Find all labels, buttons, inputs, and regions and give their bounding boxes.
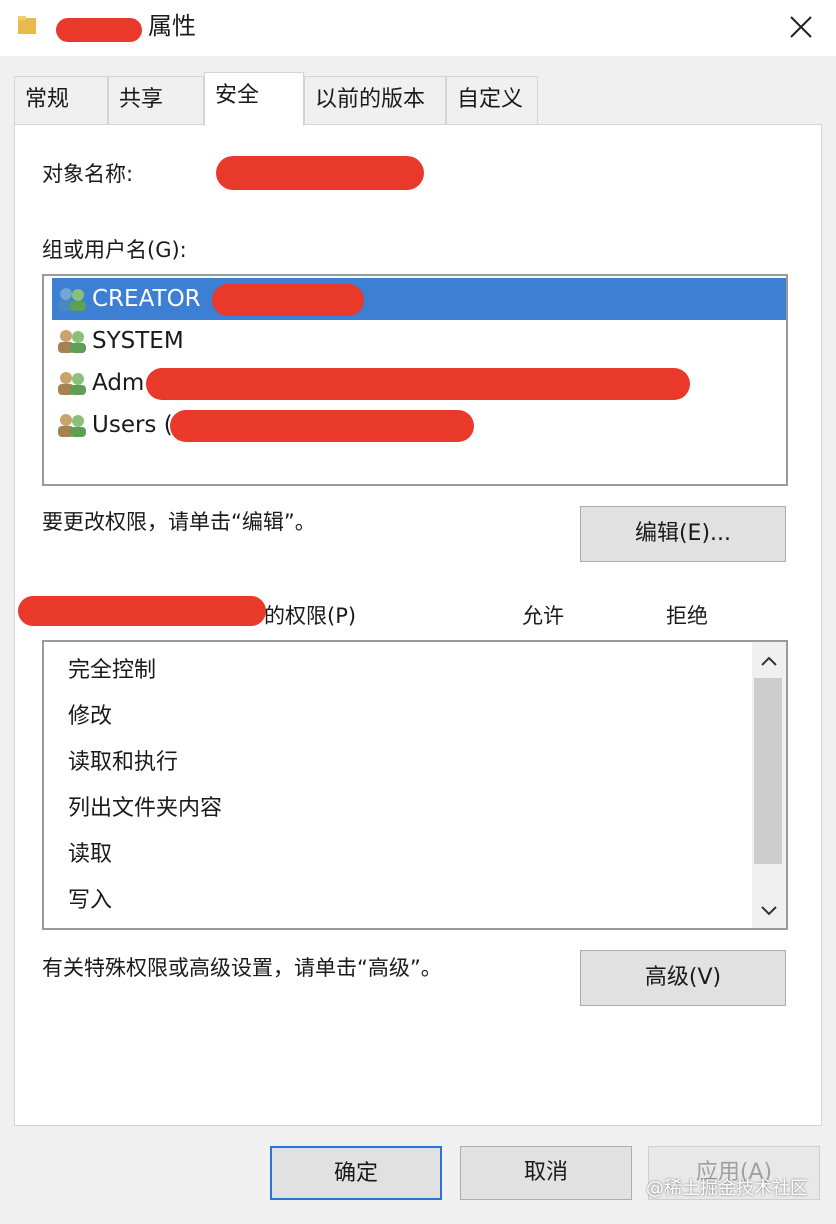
redacted-admin-name: [146, 368, 690, 400]
scroll-down-button[interactable]: [752, 894, 786, 928]
redacted-principal-name: [18, 596, 266, 626]
list-item: 修改: [68, 704, 113, 729]
edit-hint: 要更改权限，请单击“编辑”。: [42, 510, 316, 534]
tab-general[interactable]: 常规: [14, 76, 108, 124]
list-item: 列出文件夹内容: [68, 796, 223, 821]
title-bar: 属性: [0, 0, 836, 56]
folder-icon: [18, 16, 36, 34]
object-name-label: 对象名称:: [42, 162, 134, 186]
cancel-button[interactable]: 取消: [460, 1146, 632, 1200]
edit-button[interactable]: 编辑(E)...: [580, 506, 786, 562]
chevron-up-icon: [761, 656, 777, 666]
users-icon: [58, 372, 86, 395]
list-item: 读取和执行: [68, 750, 179, 775]
list-item: 完全控制: [68, 658, 157, 683]
list-item[interactable]: CREATOR: [52, 278, 786, 320]
tab-previous-versions[interactable]: 以前的版本: [304, 76, 446, 124]
window-title: 属性: [148, 12, 196, 40]
close-icon: [790, 16, 812, 38]
chevron-down-icon: [761, 906, 777, 916]
list-item: 读取: [68, 842, 113, 867]
permissions-label: 的权限(P): [264, 604, 357, 628]
deny-header: 拒绝: [666, 604, 708, 628]
redacted-creator-suffix: [212, 284, 364, 316]
permissions-list[interactable]: 完全控制 修改 读取和执行 列出文件夹内容 读取 写入: [42, 640, 788, 930]
groups-label: 组或用户名(G):: [42, 238, 187, 262]
redacted-users-name: [170, 410, 474, 442]
permissions-scrollbar[interactable]: [752, 642, 786, 928]
tab-security[interactable]: 安全: [204, 72, 304, 126]
users-icon: [58, 414, 86, 437]
scroll-thumb[interactable]: [754, 678, 782, 864]
advanced-button[interactable]: 高级(V): [580, 950, 786, 1006]
allow-header: 允许: [522, 604, 564, 628]
users-icon: [58, 330, 86, 353]
watermark: @稀土掘金技术社区: [646, 1178, 808, 1199]
properties-dialog: 属性 常规 共享 安全 以前的版本 自定义 对象名称: 组或用户名(G): CR…: [0, 0, 836, 1224]
list-item: 写入: [68, 888, 113, 913]
tab-customize[interactable]: 自定义: [446, 76, 538, 124]
tab-sharing[interactable]: 共享: [108, 76, 204, 124]
redacted-folder-name: [56, 18, 142, 42]
ok-button[interactable]: 确定: [270, 1146, 442, 1200]
scroll-up-button[interactable]: [752, 644, 786, 678]
close-button[interactable]: [776, 4, 826, 50]
advanced-hint: 有关特殊权限或高级设置，请单击“高级”。: [42, 956, 442, 980]
users-icon: [58, 288, 86, 311]
redacted-object-name: [216, 156, 424, 190]
list-item[interactable]: SYSTEM: [52, 320, 786, 362]
